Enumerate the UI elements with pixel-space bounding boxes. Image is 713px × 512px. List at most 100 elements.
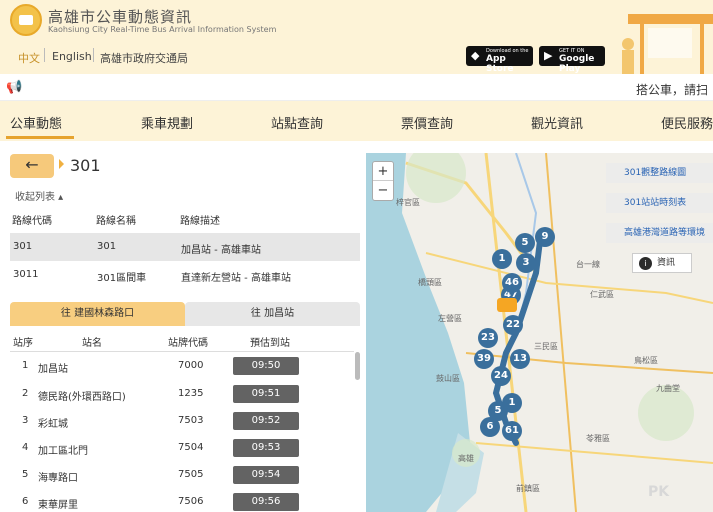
route-map[interactable]: + − 301觀整路線圖 301站站時刻表 高雄港灣道路等環境 i 資訊 仁武區… bbox=[366, 153, 713, 512]
info-label: 資訊 bbox=[657, 258, 676, 268]
route-timetable-button[interactable]: 301站站時刻表 bbox=[606, 193, 713, 213]
stop-header-seq: 站序 bbox=[13, 338, 33, 349]
map-label: 台一線 bbox=[576, 260, 600, 269]
stop-marker[interactable]: 1 bbox=[492, 249, 512, 269]
stop-marker[interactable]: 61 bbox=[502, 421, 522, 441]
stop-marker[interactable]: 9 bbox=[535, 227, 555, 247]
map-info-button[interactable]: i 資訊 bbox=[632, 253, 692, 273]
map-label: 高雄 bbox=[458, 454, 474, 463]
lang-chinese[interactable]: 中文 bbox=[18, 50, 40, 66]
google-play-icon: ▶ bbox=[544, 49, 553, 62]
stop-row[interactable]: 1 加昌站 7000 09:50 bbox=[10, 355, 354, 378]
announcement-text[interactable]: 搭公車，請扫 bbox=[636, 81, 708, 98]
stop-marker[interactable]: 46 bbox=[502, 273, 522, 293]
zoom-out-button[interactable]: − bbox=[373, 181, 393, 200]
route-header-code: 路線代碼 bbox=[12, 216, 52, 227]
lang-divider bbox=[93, 48, 94, 62]
map-label: 鳥松區 bbox=[634, 356, 658, 365]
lang-english[interactable]: English bbox=[52, 50, 92, 63]
map-label: 橋頭區 bbox=[418, 278, 442, 287]
map-zoom-control: + − bbox=[372, 161, 394, 201]
route-row[interactable]: 3011 301區間車 直達新左營站 - 高雄車站 bbox=[10, 261, 360, 289]
route-desc: 直達新左營站 - 高雄車站 bbox=[181, 273, 291, 284]
app-store-label: App Store bbox=[486, 54, 514, 74]
map-label: 梓官區 bbox=[396, 198, 420, 207]
stop-name: 海專路口 bbox=[38, 473, 78, 484]
route-title: 301 bbox=[70, 156, 101, 175]
transport-bureau-link[interactable]: 高雄市政府交通局 bbox=[100, 50, 188, 66]
lang-divider bbox=[44, 48, 45, 62]
stop-code: 7504 bbox=[178, 442, 204, 453]
direction-tab-outbound[interactable]: 往 建國林森路口 bbox=[10, 302, 185, 326]
stop-name: 加昌站 bbox=[38, 364, 68, 375]
stop-eta-badge: 09:53 bbox=[233, 439, 299, 457]
stop-header-code: 站牌代碼 bbox=[168, 338, 208, 349]
nav-fare-search[interactable]: 票價查詢 bbox=[401, 113, 453, 132]
apple-icon: ◆ bbox=[471, 49, 480, 62]
stop-row[interactable]: 5 海專路口 7505 09:54 bbox=[10, 464, 354, 487]
info-icon: i bbox=[639, 257, 652, 270]
zoom-in-button[interactable]: + bbox=[373, 162, 393, 181]
stop-marker[interactable]: 39 bbox=[474, 349, 494, 369]
stop-row[interactable]: 4 加工區北門 7504 09:53 bbox=[10, 437, 354, 460]
map-label: 鼓山區 bbox=[436, 374, 460, 383]
map-label: 前鎮區 bbox=[516, 484, 540, 493]
site-logo-icon[interactable] bbox=[10, 4, 42, 36]
stop-code: 7505 bbox=[178, 469, 204, 480]
nav-trip-planner[interactable]: 乘車規劃 bbox=[141, 113, 193, 132]
stop-eta-badge: 09:54 bbox=[233, 466, 299, 484]
arrow-left-icon: ← bbox=[25, 155, 39, 174]
stop-seq: 4 bbox=[22, 442, 29, 453]
stop-marker[interactable]: 5 bbox=[515, 233, 535, 253]
site-title[interactable]: 高雄市公車動態資訊 bbox=[48, 6, 192, 27]
stop-seq: 1 bbox=[22, 360, 29, 371]
stop-name: 加工區北門 bbox=[38, 446, 88, 457]
map-label: 仁武區 bbox=[590, 290, 614, 299]
nav-stop-search[interactable]: 站點查詢 bbox=[271, 113, 323, 132]
bus-position-icon[interactable] bbox=[497, 298, 517, 312]
route-name: 301區間車 bbox=[97, 273, 147, 284]
watermark-logo: PK bbox=[648, 484, 670, 500]
route-full-map-button[interactable]: 301觀整路線圖 bbox=[606, 163, 713, 183]
stop-seq: 5 bbox=[22, 469, 29, 480]
harbor-road-info-label: 高雄港灣道路等環境 bbox=[624, 228, 706, 238]
stop-marker[interactable]: 3 bbox=[516, 253, 536, 273]
stop-seq: 6 bbox=[22, 496, 29, 507]
map-label: 苓雅區 bbox=[586, 434, 610, 443]
stop-marker[interactable]: 13 bbox=[510, 349, 530, 369]
back-button[interactable]: ← bbox=[10, 154, 54, 178]
bus-stop-illustration bbox=[622, 14, 713, 74]
google-play-button[interactable]: ▶ GET IT ON Google Play bbox=[539, 46, 605, 74]
nav-services[interactable]: 便民服務 bbox=[661, 113, 713, 132]
route-pointer-icon bbox=[59, 159, 64, 169]
route-header-name: 路線名稱 bbox=[96, 216, 136, 227]
stop-code: 1235 bbox=[178, 388, 204, 399]
stop-eta-badge: 09:56 bbox=[233, 493, 299, 511]
direction-tab-inbound[interactable]: 往 加昌站 bbox=[185, 302, 360, 326]
harbor-road-info-button[interactable]: 高雄港灣道路等環境 bbox=[606, 223, 713, 243]
stop-row[interactable]: 3 彩虹城 7503 09:52 bbox=[10, 410, 354, 433]
collapse-list-toggle[interactable]: 收起列表 ▴ bbox=[15, 188, 63, 203]
app-store-button[interactable]: ◆ Download on the App Store bbox=[466, 46, 533, 74]
stop-row[interactable]: 6 東華屏里 7506 09:56 bbox=[10, 491, 354, 512]
site-header: 高雄市公車動態資訊 Kaohsiung City Real-Time Bus A… bbox=[0, 0, 713, 74]
map-label: 九曲堂 bbox=[656, 384, 680, 393]
stop-marker[interactable]: 24 bbox=[491, 366, 511, 386]
stop-code: 7506 bbox=[178, 496, 204, 507]
route-header-desc: 路線描述 bbox=[180, 216, 220, 227]
stop-eta-badge: 09:50 bbox=[233, 357, 299, 375]
stop-row[interactable]: 2 德民路(外環西路口) 1235 09:51 bbox=[10, 383, 354, 406]
stop-eta-badge: 09:51 bbox=[233, 385, 299, 403]
nav-bus-status[interactable]: 公車動態 bbox=[10, 113, 62, 132]
stop-marker[interactable]: 6 bbox=[480, 417, 500, 437]
stop-marker[interactable]: 22 bbox=[503, 315, 523, 335]
stop-header-name: 站名 bbox=[82, 338, 102, 349]
stop-marker[interactable]: 23 bbox=[478, 328, 498, 348]
site-subtitle: Kaohsiung City Real-Time Bus Arrival Inf… bbox=[48, 25, 277, 34]
stop-list-scrollbar[interactable] bbox=[355, 352, 360, 380]
stop-table-divider bbox=[10, 351, 354, 352]
route-row[interactable]: 301 301 加昌站 - 高雄車站 bbox=[10, 233, 360, 261]
route-desc: 加昌站 - 高雄車站 bbox=[181, 245, 261, 256]
nav-tourism[interactable]: 觀光資訊 bbox=[531, 113, 583, 132]
route-code: 301 bbox=[13, 241, 33, 252]
